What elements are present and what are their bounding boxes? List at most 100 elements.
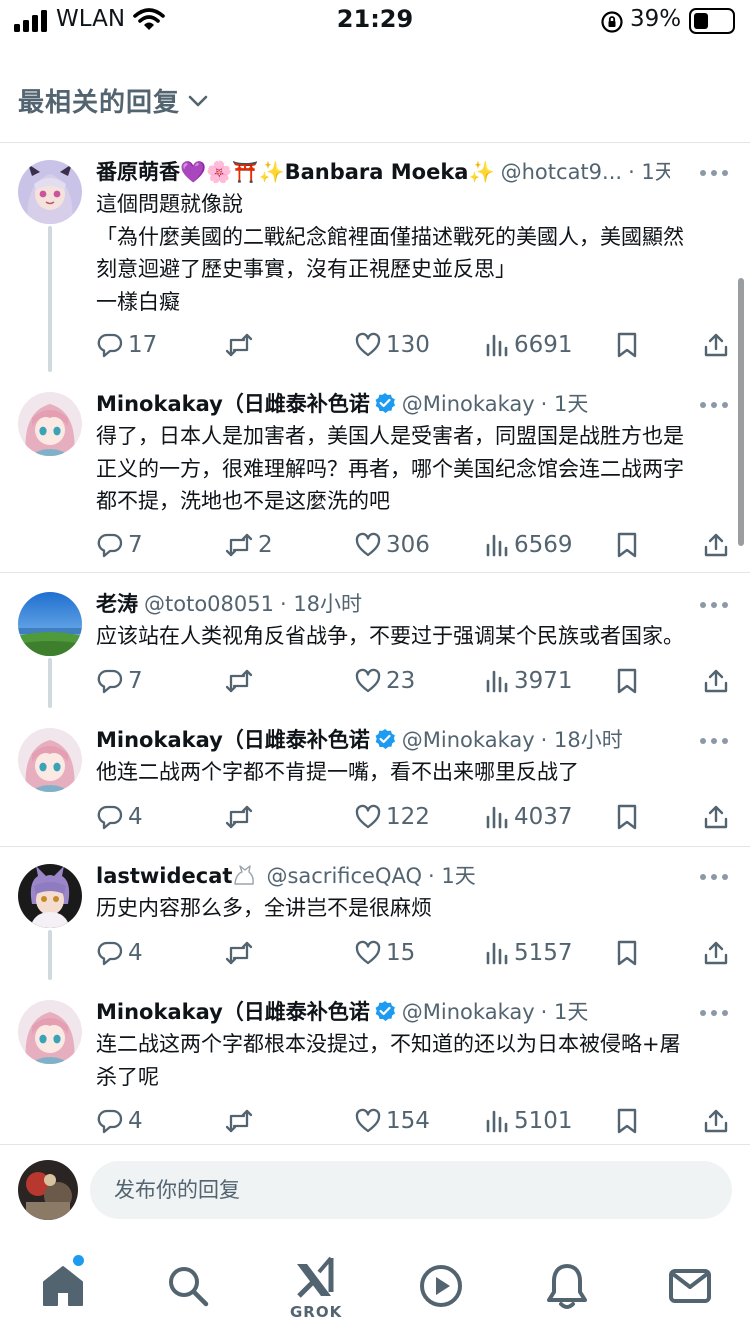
bookmark-button[interactable]: [614, 800, 640, 834]
share-button[interactable]: [702, 528, 730, 562]
more-icon[interactable]: [700, 1010, 728, 1018]
post-text-line: 都不提，洗地也不是这麼洗的吧: [96, 489, 390, 513]
repost-button[interactable]: 2: [224, 528, 273, 562]
avatar[interactable]: [18, 392, 82, 456]
like-button[interactable]: 130: [354, 328, 430, 362]
views-icon: [486, 1110, 508, 1133]
display-name[interactable]: Minokakay（日雌泰补色诺: [96, 728, 370, 752]
display-name[interactable]: Minokakay（日雌泰补色诺: [96, 1000, 370, 1024]
like-count: 306: [386, 532, 430, 558]
more-icon[interactable]: [700, 602, 728, 610]
user-handle[interactable]: @toto08051: [144, 592, 274, 616]
cat-emoji-icon: [234, 865, 255, 885]
like-button[interactable]: 15: [354, 936, 415, 970]
like-button[interactable]: 122: [354, 800, 430, 834]
share-button[interactable]: [702, 936, 730, 970]
more-icon[interactable]: [700, 738, 728, 746]
share-button[interactable]: [702, 664, 730, 698]
reply-count: 7: [128, 668, 143, 694]
scrollbar[interactable]: [738, 278, 744, 546]
bookmark-button[interactable]: [614, 328, 640, 362]
repost-icon: [225, 669, 253, 693]
views-button[interactable]: 6691: [484, 328, 573, 362]
post-time: · 1天: [428, 864, 476, 888]
repost-button[interactable]: [224, 800, 258, 834]
user-handle[interactable]: @Minokakay: [402, 392, 535, 416]
display-name[interactable]: lastwidecat: [96, 864, 232, 888]
reply-icon: [97, 941, 123, 966]
more-icon[interactable]: [700, 170, 728, 178]
reply-icon: [97, 533, 123, 558]
repost-button[interactable]: [224, 936, 258, 970]
avatar[interactable]: [18, 1000, 82, 1064]
user-handle[interactable]: @sacrificeQAQ: [266, 864, 422, 888]
views-button[interactable]: 3971: [484, 664, 573, 698]
reply-button[interactable]: 7: [96, 528, 143, 562]
repost-button[interactable]: [224, 664, 258, 698]
tab-video[interactable]: [413, 1258, 469, 1314]
like-count: 15: [386, 940, 416, 966]
bookmark-button[interactable]: [614, 664, 640, 698]
more-icon[interactable]: [700, 874, 728, 882]
display-name[interactable]: 番原萌香💜🌸⛩️✨Banbara Moeka✨: [96, 160, 495, 184]
views-button[interactable]: 5157: [484, 936, 573, 970]
user-handle[interactable]: @Minokakay: [402, 1000, 535, 1024]
user-handle[interactable]: @hotcat9...: [501, 160, 622, 184]
tab-messages[interactable]: [662, 1258, 718, 1314]
reply-input[interactable]: [90, 1161, 732, 1219]
reply-button[interactable]: 4: [96, 1104, 143, 1138]
like-icon: [355, 804, 381, 829]
like-button[interactable]: 23: [354, 664, 415, 698]
repost-button[interactable]: [224, 328, 258, 362]
like-button[interactable]: 154: [354, 1104, 430, 1138]
bookmark-icon: [617, 1108, 637, 1134]
like-button[interactable]: 306: [354, 528, 430, 562]
reply-sort-dropdown[interactable]: 最相关的回复: [18, 80, 210, 120]
views-button[interactable]: 6569: [484, 528, 573, 562]
like-count: 154: [386, 1108, 430, 1134]
post-text: 他连二战两个字都不肯提一嘴，看不出来哪里反战了: [96, 756, 726, 789]
like-icon: [355, 940, 381, 965]
user-handle[interactable]: @Minokakay: [402, 728, 535, 752]
bookmark-icon: [617, 804, 637, 830]
views-button[interactable]: 5101: [484, 1104, 573, 1138]
post-header: Minokakay（日雌泰补色诺 @Minokakay · 1天: [96, 996, 670, 1028]
avatar[interactable]: [18, 160, 82, 224]
repost-icon: [225, 941, 253, 965]
bookmark-button[interactable]: [614, 1104, 640, 1138]
reply-button[interactable]: 7: [96, 664, 143, 698]
battery-percent: 39%: [630, 6, 682, 32]
avatar[interactable]: [18, 864, 82, 928]
my-avatar[interactable]: [18, 1160, 78, 1220]
view-count: 3971: [514, 668, 573, 694]
reply-button[interactable]: 17: [96, 328, 157, 362]
tab-home[interactable]: [35, 1258, 91, 1314]
more-icon[interactable]: [700, 402, 728, 410]
bookmark-button[interactable]: [614, 936, 640, 970]
share-button[interactable]: [702, 1104, 730, 1138]
share-icon: [704, 669, 728, 693]
post-text: 得了，日本人是加害者，美国人是受害者，同盟国是战胜方也是 正义的一方，很难理解吗？…: [96, 420, 726, 518]
like-icon: [355, 532, 381, 557]
reply-button[interactable]: 4: [96, 936, 143, 970]
tab-search[interactable]: [160, 1258, 216, 1314]
reply-icon: [97, 669, 123, 694]
bookmark-button[interactable]: [614, 528, 640, 562]
share-button[interactable]: [702, 800, 730, 834]
tab-grok[interactable]: [287, 1250, 343, 1306]
display-name[interactable]: 老涛: [96, 592, 138, 616]
post-header: Minokakay（日雌泰补色诺 @Minokakay · 18小时: [96, 724, 670, 756]
post-time: · 18小时: [540, 728, 623, 752]
thread-connector: [48, 930, 52, 980]
views-button[interactable]: 4037: [484, 800, 573, 834]
action-bar: 7 2 306 6569: [96, 528, 736, 562]
repost-button[interactable]: [224, 1104, 258, 1138]
avatar[interactable]: [18, 728, 82, 792]
share-button[interactable]: [702, 328, 730, 362]
avatar[interactable]: [18, 592, 82, 656]
action-bar: 7 23 3971: [96, 664, 736, 698]
reply-button[interactable]: 4: [96, 800, 143, 834]
share-icon: [704, 941, 728, 965]
display-name[interactable]: Minokakay（日雌泰补色诺: [96, 392, 370, 416]
tab-notifications[interactable]: [539, 1258, 595, 1314]
